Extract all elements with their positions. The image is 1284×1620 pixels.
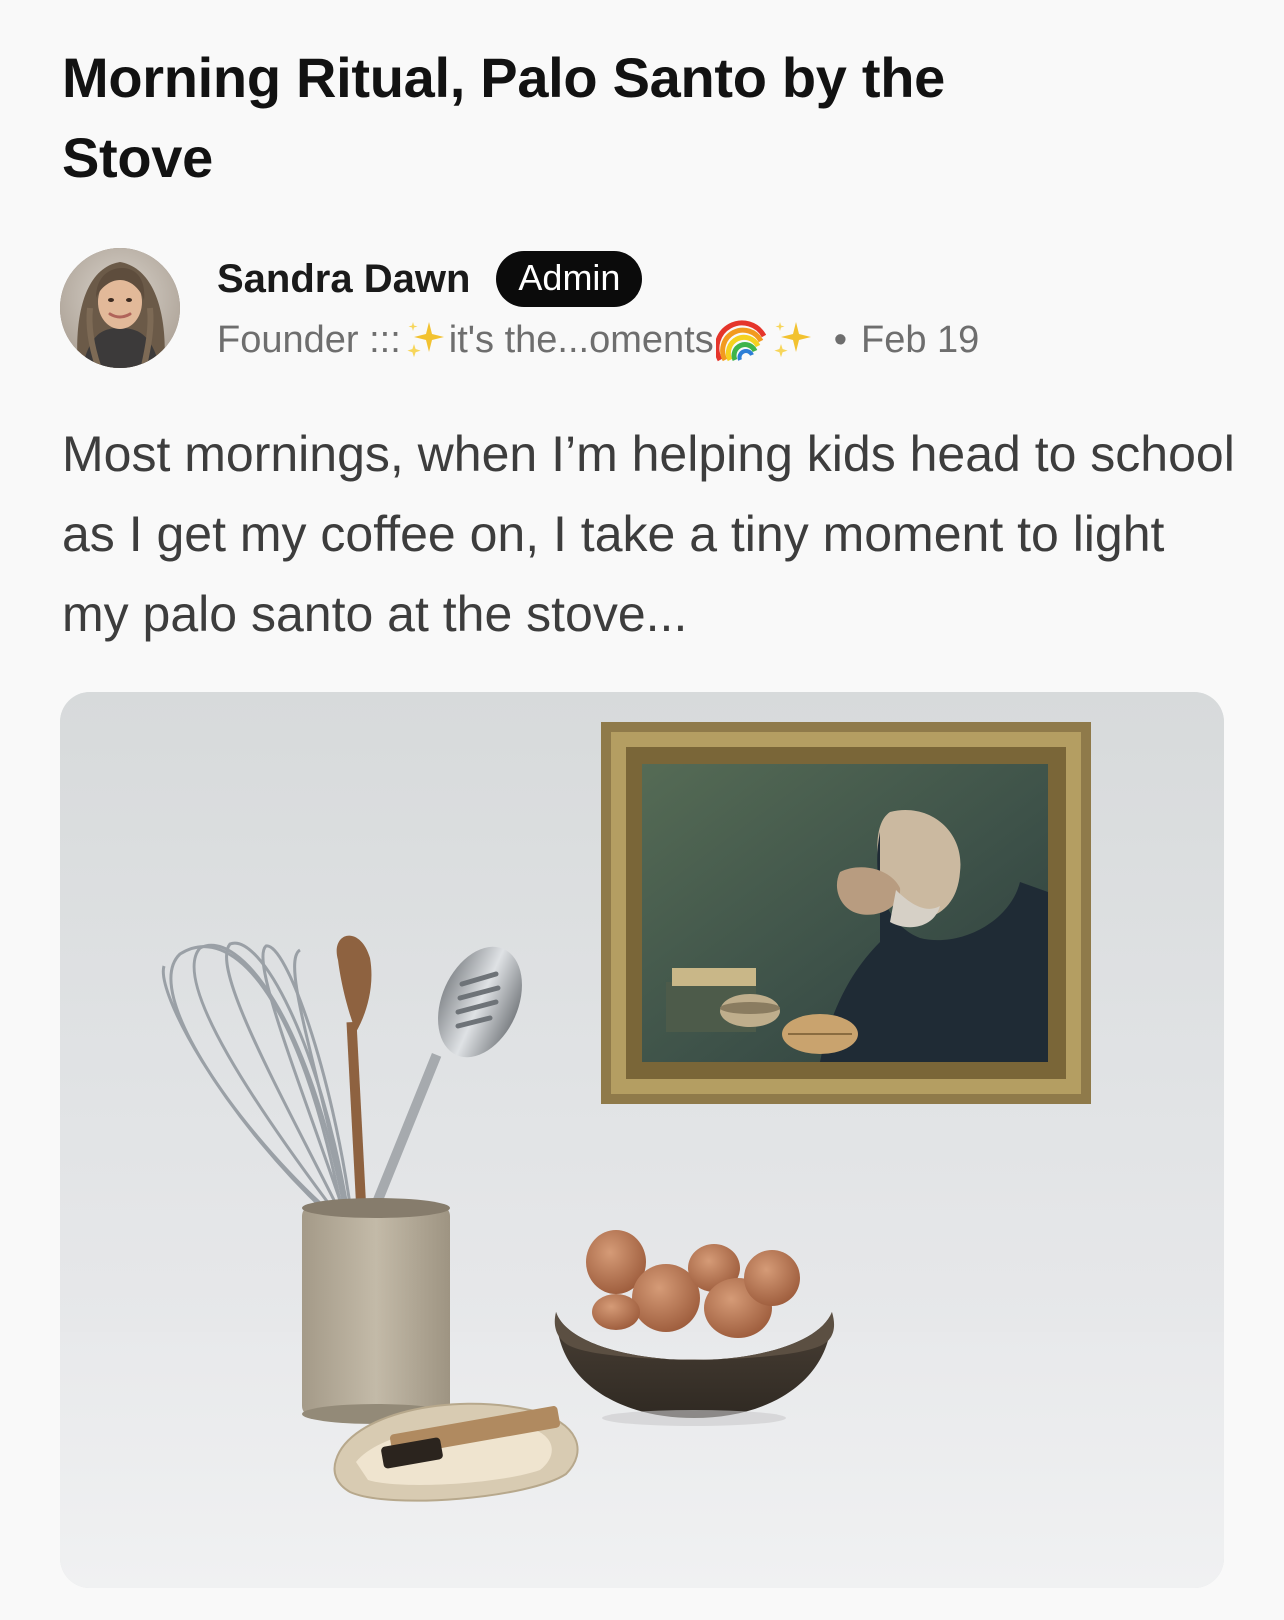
post-body[interactable]: Most mornings, when I’m helping kids hea… (62, 414, 1242, 654)
author-meta: Founder ::: it's the...oments • Feb 19 (217, 314, 979, 366)
author-tagline: it's the...oments (448, 318, 714, 361)
author-name-line: Sandra Dawn Admin (217, 250, 643, 308)
sparkles-icon (770, 318, 814, 362)
avatar[interactable] (60, 248, 180, 368)
author-row: Sandra Dawn Admin Founder ::: it's the..… (60, 248, 1240, 368)
post-title[interactable]: Morning Ritual, Palo Santo by the Stove (62, 38, 1062, 198)
sparkles-icon (403, 318, 447, 362)
admin-badge: Admin (496, 251, 643, 307)
utensil-crock-icon (302, 1198, 450, 1424)
author-role: Founder ::: (217, 318, 401, 361)
avatar-photo-icon (60, 248, 180, 368)
post-date[interactable]: Feb 19 (861, 319, 979, 362)
author-name[interactable]: Sandra Dawn (217, 257, 470, 302)
meta-separator: • (833, 318, 848, 361)
framed-painting-icon (601, 722, 1091, 1104)
post-image[interactable] (60, 692, 1224, 1588)
post-card: Morning Ritual, Palo Santo by the Stove (0, 0, 1284, 1620)
rainbow-icon (714, 318, 766, 362)
